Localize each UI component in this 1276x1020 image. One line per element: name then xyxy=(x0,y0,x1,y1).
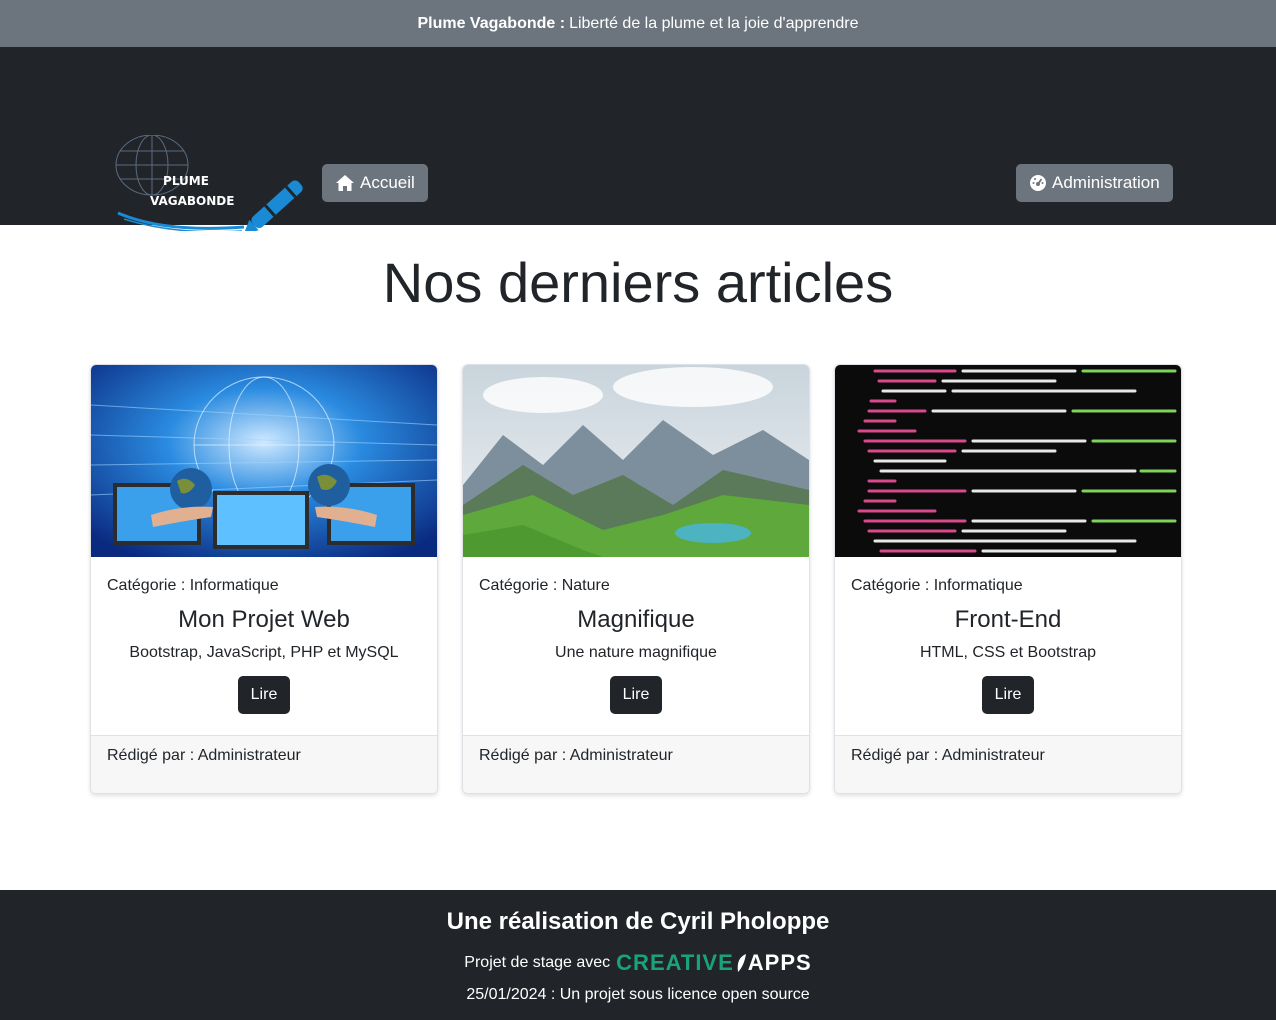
administration-button[interactable]: Administration xyxy=(1016,164,1173,202)
card-title: Front-End xyxy=(954,606,1062,633)
article-card: Catégorie : Nature Magnifique Une nature… xyxy=(462,364,810,794)
page-title: Nos derniers articles xyxy=(382,251,894,314)
card-body: Catégorie : Informatique Front-End HTML,… xyxy=(835,557,1181,737)
footer-stage-line: Projet de stage avec CREATIVE APPS xyxy=(0,950,1276,976)
top-banner: Plume Vagabonde : Liberté de la plume et… xyxy=(0,0,1276,47)
card-description: Une nature magnifique xyxy=(555,644,717,661)
administration-button-label: Administration xyxy=(1052,173,1160,192)
card-title: Mon Projet Web xyxy=(178,606,350,633)
card-body: Catégorie : Informatique Mon Projet Web … xyxy=(91,557,437,737)
site-header: PLUME VAGABONDE Accueil Administration xyxy=(0,47,1276,235)
globe-network-image[interactable] xyxy=(91,365,437,557)
mountain-lake-image[interactable] xyxy=(463,365,809,557)
card-author: Rédigé par : Administrateur xyxy=(835,735,1181,793)
creative-apps-logo-part2: APPS xyxy=(747,950,812,975)
logo-text: PLUME VAGABONDE xyxy=(150,171,235,211)
card-description: Bootstrap, JavaScript, PHP et MySQL xyxy=(129,644,399,661)
code-screen-image[interactable] xyxy=(835,365,1181,557)
footer-license: 25/01/2024 : Un projet sous licence open… xyxy=(466,986,810,1003)
card-title: Magnifique xyxy=(577,606,695,633)
brand-tagline: Liberté de la plume et la joie d'apprend… xyxy=(569,14,859,32)
read-button[interactable]: Lire xyxy=(982,676,1034,714)
article-card-list: Catégorie : Informatique Mon Projet Web … xyxy=(90,364,1182,794)
card-description: HTML, CSS et Bootstrap xyxy=(919,644,1097,661)
home-button-label: Accueil xyxy=(360,173,415,192)
creative-apps-logo-part1: CREATIVE xyxy=(616,950,734,975)
brand-name: Plume Vagabonde : xyxy=(417,14,566,32)
dashboard-gauge-icon xyxy=(1030,175,1046,191)
site-footer: Une réalisation de Cyril Pholoppe Projet… xyxy=(0,890,1276,1020)
footer-stage-text: Projet de stage avec xyxy=(464,954,611,971)
read-button[interactable]: Lire xyxy=(610,676,662,714)
card-category: Catégorie : Informatique xyxy=(107,577,279,594)
home-button[interactable]: Accueil xyxy=(322,164,428,202)
article-card: Catégorie : Informatique Front-End HTML,… xyxy=(834,364,1182,794)
card-category: Catégorie : Nature xyxy=(479,577,610,594)
card-author: Rédigé par : Administrateur xyxy=(463,735,809,793)
article-card: Catégorie : Informatique Mon Projet Web … xyxy=(90,364,438,794)
site-logo[interactable]: PLUME VAGABONDE xyxy=(104,134,304,235)
logo-line-1: PLUME xyxy=(163,174,209,188)
logo-line-2: VAGABONDE xyxy=(150,194,235,208)
leaf-icon xyxy=(737,954,746,972)
card-author: Rédigé par : Administrateur xyxy=(91,735,437,793)
creative-apps-logo[interactable]: CREATIVE APPS xyxy=(616,950,812,976)
home-icon xyxy=(336,175,354,191)
card-body: Catégorie : Nature Magnifique Une nature… xyxy=(463,557,809,737)
card-category: Catégorie : Informatique xyxy=(851,577,1023,594)
read-button[interactable]: Lire xyxy=(238,676,290,714)
footer-title: Une réalisation de Cyril Pholoppe xyxy=(446,908,830,935)
